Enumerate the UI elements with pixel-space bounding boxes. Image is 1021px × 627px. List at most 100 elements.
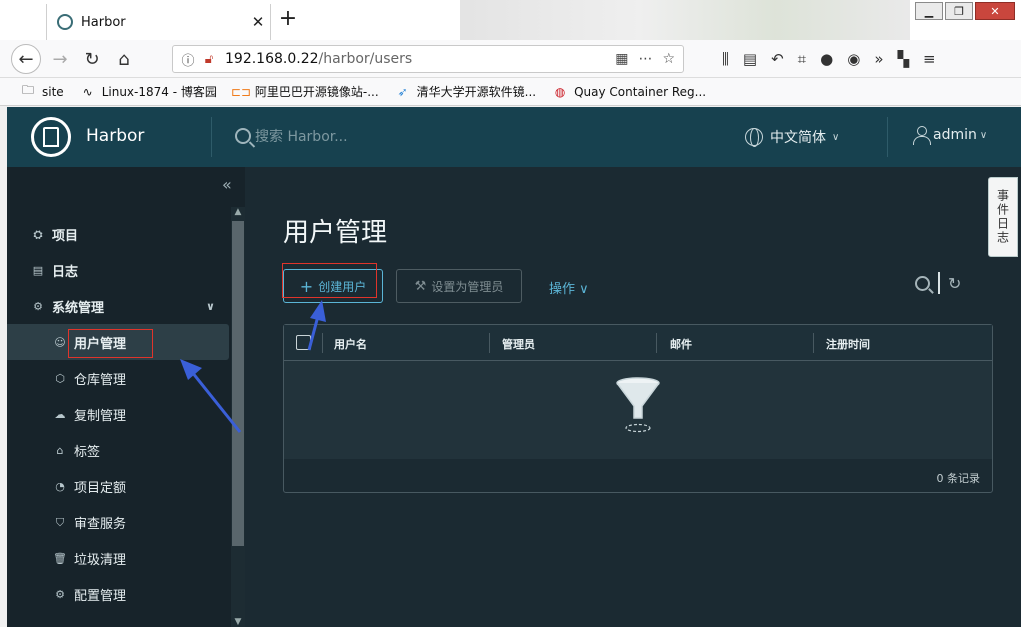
scroll-down-icon[interactable]: ▼ [232, 617, 244, 627]
bookmark-label: Linux-1874 - 博客园 [101, 85, 217, 99]
gear-icon: ⚙ [55, 588, 65, 601]
back-button[interactable]: ← [11, 44, 41, 74]
folder-icon: 🗀︎ [21, 83, 34, 97]
bookmark-item[interactable]: ◍ Quay Container Reg... [552, 85, 706, 99]
globe-icon [745, 128, 763, 147]
datagrid-header: 用户名 管理员 邮件 注册时间 [284, 325, 992, 361]
sidebar-item-registries[interactable]: ⬡ 仓库管理 [53, 369, 126, 388]
harbor-logo-icon[interactable] [31, 117, 71, 157]
set-admin-button[interactable]: ⚒ 设置为管理员 [396, 269, 522, 303]
record-count: 0 条记录 [936, 472, 981, 485]
account-icon[interactable]: ◉ [847, 50, 860, 68]
empty-funnel-icon [616, 377, 660, 433]
global-search[interactable]: 搜索 Harbor... [235, 126, 348, 146]
penguin-icon: ∿ [82, 84, 93, 99]
reload-button[interactable]: ↻ [77, 44, 107, 74]
url-path: /harbor/users [318, 51, 413, 67]
sidebar-item-admin[interactable]: ⚙ 系统管理 ∨ [31, 297, 215, 316]
bookmark-item[interactable]: ⊏⊐ 阿里巴巴开源镜像站-... [231, 83, 379, 100]
sidebar-item-label: 仓库管理 [74, 373, 127, 388]
box-icon: ⬡ [55, 372, 65, 385]
sidebar-item-labels[interactable]: ⌂ 标签 [53, 441, 101, 460]
event-log-tab[interactable]: 事件日志 [988, 177, 1018, 257]
datagrid-empty-body [284, 361, 992, 459]
close-window-button[interactable]: ✕ [975, 2, 1015, 20]
bookmark-item[interactable]: ∿ Linux-1874 - 博客园 [80, 83, 217, 100]
sidebar-item-projects[interactable]: ⛭ 项目 [31, 225, 79, 245]
restore-button[interactable]: ❐ [945, 2, 973, 20]
forward-button[interactable]: → [45, 44, 75, 74]
insecure-lock-icon[interactable]: 🔓︎ [199, 52, 219, 67]
minimize-button[interactable]: ▁ [915, 2, 943, 20]
annotation-highlight-box [282, 263, 377, 298]
column-header-email[interactable]: 邮件 [670, 336, 692, 352]
bookmark-item[interactable]: ➶ 清华大学开源软件镜... [395, 83, 536, 100]
sidebar-scrollbar[interactable]: ▲ ▼ [231, 207, 245, 627]
quay-icon: ◍ [554, 84, 566, 99]
column-header-username[interactable]: 用户名 [334, 336, 367, 352]
bookmark-item[interactable]: 🗀︎ site [20, 83, 64, 99]
sidebar-item-gc[interactable]: 🗑︎ 垃圾清理 [53, 549, 126, 568]
bookmarks-bar: 🗀︎ site ∿ Linux-1874 - 博客园 ⊏⊐ 阿里巴巴开源镜像站-… [0, 78, 1021, 106]
language-selector[interactable]: 中文简体 ∨ [745, 127, 839, 147]
crop-icon[interactable]: ⌗ [798, 50, 806, 68]
tab-close-icon[interactable]: ✕ [246, 13, 270, 31]
grid-tools: ↻ [915, 272, 961, 294]
library-icon[interactable]: ⫼ [722, 50, 729, 68]
scrollbar-thumb[interactable] [232, 221, 244, 546]
bookmark-label: 清华大学开源软件镜... [416, 85, 537, 99]
page-actions-icon[interactable]: ⋯ [638, 51, 652, 67]
sidebar-item-config[interactable]: ⚙ 配置管理 [53, 585, 126, 604]
url-host: 192.168.0.22 [225, 51, 319, 67]
browser-tab[interactable]: Harbor ✕ [46, 4, 271, 40]
column-header-created[interactable]: 注册时间 [826, 336, 870, 352]
bookmark-label: Quay Container Reg... [574, 84, 707, 99]
collapse-sidebar-icon[interactable]: « [222, 175, 232, 194]
column-separator [813, 333, 814, 353]
new-tab-button[interactable]: + [276, 6, 300, 31]
user-menu[interactable]: admin ∨ [913, 126, 988, 145]
undo-icon[interactable]: ↶ [771, 50, 784, 68]
app-header: Harbor 搜索 Harbor... 中文简体 ∨ admin ∨ [7, 107, 1021, 167]
browser-tab-bar: Harbor ✕ + ▁ ❐ ✕ [0, 0, 1021, 40]
sidebar-icon[interactable]: ▤ [743, 50, 757, 68]
chevron-down-icon: ∨ [979, 129, 988, 141]
sidebar-item-replications[interactable]: ☁ 复制管理 [53, 405, 127, 424]
home-button[interactable]: ⌂ [109, 44, 139, 74]
main-content: 用户管理 + 创建用户 ⚒ 设置为管理员 操作 ∨ ↻ 用户名 管理员 邮件 注… [245, 167, 1021, 627]
scroll-up-icon[interactable]: ▲ [232, 207, 244, 217]
site-info-icon[interactable]: ⓘ [177, 50, 199, 69]
language-label: 中文简体 [770, 130, 826, 146]
sidebar-item-label: 系统管理 [52, 301, 105, 316]
url-bar[interactable]: ⓘ 🔓︎ 192.168.0.22 /harbor/users ▦ ⋯ ☆ [172, 45, 684, 73]
sidebar-item-label: 标签 [74, 445, 101, 460]
search-icon[interactable] [915, 275, 930, 291]
wrench-icon: ⚒ [414, 278, 427, 294]
select-all-checkbox[interactable] [296, 335, 311, 350]
url-actions: ▦ ⋯ ☆ [615, 51, 675, 67]
addons-icon[interactable]: ▚ [898, 50, 910, 68]
search-input[interactable]: 搜索 Harbor... [255, 126, 348, 146]
qr-code-icon[interactable]: ▦ [615, 51, 628, 67]
sidebar-item-label: 项目 [52, 229, 79, 244]
column-header-admin[interactable]: 管理员 [502, 336, 535, 352]
sidebar-item-logs[interactable]: ▤ 日志 [31, 261, 78, 280]
extension-icon[interactable]: ● [820, 50, 833, 68]
operations-dropdown[interactable]: 操作 ∨ [549, 278, 589, 297]
sidebar-item-quotas[interactable]: ◔ 项目定额 [53, 477, 126, 496]
shield-icon: ⛉ [55, 515, 65, 529]
admin-icon: ⚙ [33, 300, 43, 313]
menu-icon[interactable]: ≡ [923, 50, 936, 68]
button-label: 设置为管理员 [431, 279, 504, 294]
overflow-icon[interactable]: » [874, 50, 883, 68]
refresh-icon[interactable]: ↻ [948, 274, 961, 293]
sidebar-item-label: 垃圾清理 [74, 553, 127, 568]
sidebar-item-interrogation[interactable]: ⛉ 审查服务 [53, 513, 126, 533]
tag-icon: ⌂ [56, 444, 64, 457]
search-cursor [938, 272, 940, 294]
bookmark-star-icon[interactable]: ☆ [662, 51, 675, 67]
header-divider [887, 117, 888, 157]
users-icon: ☺ [54, 336, 66, 349]
brand-name[interactable]: Harbor [86, 126, 144, 146]
sidebar-item-label: 日志 [52, 265, 79, 280]
